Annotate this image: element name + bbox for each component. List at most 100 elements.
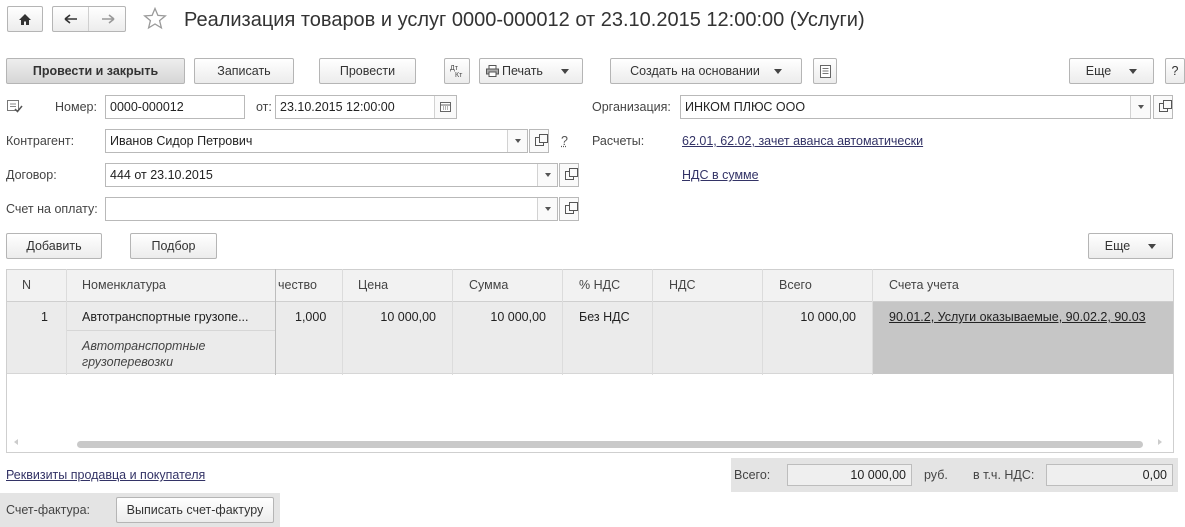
- organization-field[interactable]: ИНКОМ ПЛЮС ООО: [680, 95, 1151, 119]
- posted-status-icon: [7, 100, 23, 113]
- invoice-for-payment-field[interactable]: [105, 197, 558, 221]
- contract-value: 444 от 23.10.2015: [110, 168, 213, 182]
- counterparty-help-link[interactable]: ?: [561, 134, 568, 148]
- invoice-for-payment-dropdown[interactable]: [537, 198, 557, 220]
- open-icon: [1158, 99, 1172, 112]
- arrow-right-icon[interactable]: [90, 7, 126, 31]
- arrow-left-icon[interactable]: [53, 7, 89, 31]
- home-button[interactable]: [7, 6, 43, 32]
- column-header-vat-rate[interactable]: % НДС: [579, 278, 620, 292]
- number-value: 0000-000012: [110, 100, 184, 114]
- table-more-button[interactable]: Еще: [1088, 233, 1173, 259]
- column-separator: [652, 269, 653, 375]
- selection-button[interactable]: Подбор: [130, 233, 217, 259]
- organization-dropdown[interactable]: [1130, 96, 1150, 118]
- star-icon[interactable]: [143, 6, 167, 33]
- add-row-button[interactable]: Добавить: [6, 233, 102, 259]
- cell-sum: 10 000,00: [490, 310, 546, 324]
- chevron-down-icon: [1129, 68, 1138, 74]
- svg-text:Дт: Дт: [450, 65, 459, 72]
- column-header-sum[interactable]: Сумма: [469, 278, 508, 292]
- organization-open-button[interactable]: [1153, 95, 1173, 119]
- open-icon: [564, 167, 578, 180]
- column-header-price[interactable]: Цена: [358, 278, 388, 292]
- column-separator: [66, 269, 67, 375]
- create-based-on-button[interactable]: Создать на основании: [610, 58, 802, 84]
- currency-label: руб.: [924, 468, 948, 482]
- calendar-button[interactable]: [434, 96, 456, 118]
- chevron-down-icon: [544, 207, 551, 211]
- more-button[interactable]: Еще: [1069, 58, 1154, 84]
- contract-field[interactable]: 444 от 23.10.2015: [105, 163, 558, 187]
- organization-value: ИНКОМ ПЛЮС ООО: [685, 100, 806, 114]
- post-button[interactable]: Провести: [319, 58, 416, 84]
- print-label: Печать: [502, 64, 543, 78]
- svg-text:Кт: Кт: [455, 72, 463, 79]
- scroll-right-icon[interactable]: [1158, 439, 1162, 445]
- nav-buttons: [52, 6, 126, 32]
- column-separator: [562, 269, 563, 375]
- cell-nomenclature: Автотранспортные грузопе...: [82, 310, 249, 324]
- dt-kt-button[interactable]: Дт Кт: [444, 58, 470, 84]
- column-header-nomenclature[interactable]: Номенклатура: [82, 278, 166, 292]
- number-field[interactable]: 0000-000012: [105, 95, 245, 119]
- column-header-total[interactable]: Всего: [779, 278, 812, 292]
- horizontal-scrollbar[interactable]: [77, 441, 1143, 448]
- cell-content: Автотранспортные грузоперевозки: [82, 339, 206, 369]
- invoice-for-payment-label: Счет на оплату:: [6, 202, 98, 216]
- home-icon: [19, 13, 31, 25]
- settlements-link[interactable]: 62.01, 62.02, зачет аванса автоматически: [682, 134, 923, 148]
- vat-in-amount-link[interactable]: НДС в сумме: [682, 168, 759, 182]
- open-icon: [534, 133, 548, 146]
- date-field[interactable]: 23.10.2015 12:00:00: [275, 95, 457, 119]
- document-icon: [819, 64, 831, 78]
- contract-dropdown[interactable]: [537, 164, 557, 186]
- seller-buyer-requisites-link[interactable]: Реквизиты продавца и покупателя: [6, 468, 205, 482]
- create-based-on-label: Создать на основании: [630, 64, 760, 78]
- total-value: 10 000,00: [787, 464, 912, 486]
- vat-total-label: в т.ч. НДС:: [973, 468, 1035, 482]
- dt-kt-icon: ДтКт: [450, 65, 463, 79]
- cell-quantity: 1,000: [295, 310, 327, 324]
- column-header-vat[interactable]: НДС: [669, 278, 696, 292]
- total-label: Всего:: [734, 468, 771, 482]
- contract-open-button[interactable]: [559, 163, 579, 187]
- counterparty-label: Контрагент:: [6, 134, 75, 148]
- cell-accounts[interactable]: 90.01.2, Услуги оказываемые, 90.02.2, 90…: [889, 310, 1146, 324]
- help-button[interactable]: ?: [1165, 58, 1185, 84]
- cell-vat-rate: Без НДС: [579, 310, 630, 324]
- vat-total-value: 0,00: [1046, 464, 1173, 486]
- document-structure-button[interactable]: [813, 58, 837, 84]
- post-and-close-button[interactable]: Провести и закрыть: [6, 58, 185, 84]
- settlements-label: Расчеты:: [592, 134, 645, 148]
- more-label: Еще: [1085, 64, 1112, 78]
- counterparty-open-button[interactable]: [529, 129, 549, 153]
- printer-icon: [486, 65, 499, 77]
- open-icon: [564, 201, 578, 214]
- issue-invoice-button[interactable]: Выписать счет-фактуру: [116, 497, 274, 523]
- date-value: 23.10.2015 12:00:00: [280, 100, 395, 114]
- print-button[interactable]: Печать: [479, 58, 583, 84]
- contract-label: Договор:: [6, 168, 57, 182]
- calendar-icon: [440, 102, 451, 112]
- chevron-down-icon: [1148, 243, 1157, 249]
- row-inner-separator: [67, 330, 275, 331]
- chevron-down-icon: [773, 68, 782, 74]
- save-button[interactable]: Записать: [194, 58, 294, 84]
- invoice-for-payment-open-button[interactable]: [559, 197, 579, 221]
- column-separator: [275, 269, 276, 375]
- chevron-down-icon: [1137, 105, 1144, 109]
- counterparty-value: Иванов Сидор Петрович: [110, 134, 253, 148]
- column-header-accounts[interactable]: Счета учета: [889, 278, 959, 292]
- column-header-n[interactable]: N: [22, 278, 31, 292]
- invoice-label: Счет-фактура:: [6, 503, 91, 517]
- scroll-left-icon[interactable]: [14, 439, 18, 445]
- page-title: Реализация товаров и услуг 0000-000012 о…: [184, 9, 865, 31]
- column-separator: [872, 269, 873, 375]
- counterparty-dropdown[interactable]: [507, 130, 527, 152]
- column-header-quantity[interactable]: чество: [278, 278, 317, 292]
- chevron-down-icon: [544, 173, 551, 177]
- chevron-down-icon: [560, 68, 569, 74]
- counterparty-field[interactable]: Иванов Сидор Петрович: [105, 129, 528, 153]
- table-more-label: Еще: [1104, 239, 1131, 253]
